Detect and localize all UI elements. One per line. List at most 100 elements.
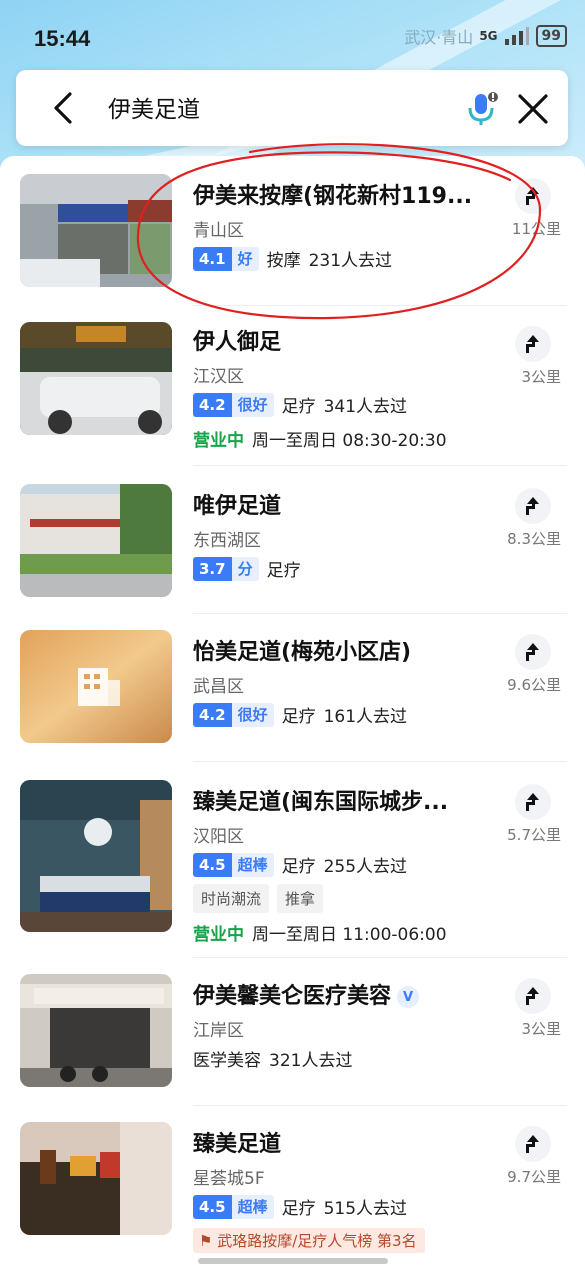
navigate-arrow-icon: [526, 987, 539, 1005]
open-status: 营业中: [193, 925, 244, 945]
shop-name[interactable]: 臻美足道: [193, 1126, 281, 1158]
rating-level: 很好: [231, 392, 274, 417]
shop-name[interactable]: 怡美足道(梅苑小区店): [193, 634, 411, 666]
category-row: 医学美容 321人去过: [193, 1046, 352, 1071]
shop-name[interactable]: 臻美足道(闽东国际城步...: [193, 784, 448, 816]
rating-row: 4.2 很好 足疗 161人去过: [193, 702, 407, 727]
rating-badge: 4.1 好: [193, 246, 259, 271]
list-item[interactable]: 伊美来按摩(钢花新村119... 青山区 4.1 好 按摩 231人去过 11公…: [0, 156, 585, 306]
shop-distance: 8.3公里: [507, 530, 561, 548]
shop-district: 星荟城5F: [193, 1169, 265, 1189]
map-place-label: 武汉·青山: [404, 28, 474, 47]
home-indicator[interactable]: [198, 1258, 388, 1264]
shop-name[interactable]: 唯伊足道: [193, 488, 281, 520]
shop-distance: 3公里: [521, 1020, 561, 1038]
rating-score: 4.1: [193, 246, 232, 271]
business-hours: 营业中 周一至周日 08:30-20:30: [193, 426, 447, 451]
rating-row: 4.2 很好 足疗 341人去过: [193, 392, 407, 417]
shop-photo: [20, 322, 172, 435]
hours-text: 周一至周日 11:00-06:00: [252, 925, 447, 945]
shop-category: 足疗: [281, 397, 316, 417]
navigate-button[interactable]: [515, 978, 551, 1014]
navigate-arrow-icon: [526, 497, 539, 515]
list-item[interactable]: 怡美足道(梅苑小区店) 武昌区 4.2 很好 足疗 161人去过 9.6公里: [0, 614, 585, 762]
shop-photo: [20, 974, 172, 1087]
shop-distance: 9.6公里: [507, 676, 561, 694]
shop-category: 足疗: [266, 561, 301, 581]
search-bar[interactable]: 伊美足道: [16, 70, 568, 146]
status-time: 15:44: [34, 26, 91, 51]
list-item[interactable]: 伊美馨美仑医疗美容 V 江岸区 医学美容 321人去过 3公里: [0, 958, 585, 1106]
shop-distance: 5.7公里: [507, 826, 561, 844]
search-query-text[interactable]: 伊美足道: [108, 90, 200, 124]
close-icon: [518, 94, 548, 124]
status-bar: 15:44 武汉·青山 5G 99: [0, 0, 585, 80]
navigate-button[interactable]: [515, 784, 551, 820]
shop-name-text: 伊美馨美仑医疗美容: [193, 984, 392, 1009]
shop-district: 武昌区: [193, 677, 244, 697]
rating-score: 4.2: [193, 702, 232, 727]
network-label: 5G: [479, 29, 498, 43]
shop-distance: 3公里: [521, 368, 561, 386]
list-item[interactable]: 唯伊足道 东西湖区 3.7 分 足疗 8.3公里: [0, 466, 585, 614]
shop-name[interactable]: 伊美馨美仑医疗美容 V: [193, 978, 420, 1010]
results-list[interactable]: 伊美来按摩(钢花新村119... 青山区 4.1 好 按摩 231人去过 11公…: [0, 156, 585, 1280]
rating-row: 3.7 分 足疗: [193, 556, 301, 581]
shop-district: 青山区: [193, 221, 244, 241]
shop-name[interactable]: 伊美来按摩(钢花新村119...: [193, 178, 472, 210]
rating-score: 3.7: [193, 556, 232, 581]
shop-distance: 11公里: [511, 220, 561, 238]
navigate-button[interactable]: [515, 326, 551, 362]
list-item[interactable]: 臻美足道 星荟城5F 4.5 超棒 足疗 515人去过 ⚑ 武珞路按摩/足疗人气…: [0, 1106, 585, 1280]
shop-district: 东西湖区: [193, 531, 261, 551]
visit-count: 255人去过: [323, 857, 408, 877]
tag: 推拿: [277, 884, 324, 913]
navigate-button[interactable]: [515, 178, 551, 214]
list-item[interactable]: 伊人御足 江汉区 4.2 很好 足疗 341人去过 营业中 周一至周日 08:30…: [0, 306, 585, 466]
rating-level: 超棒: [231, 1194, 274, 1219]
rating-badge: 4.5 超棒: [193, 1194, 274, 1219]
back-arrow-icon: [54, 92, 72, 124]
status-icons: 武汉·青山 5G 99: [404, 24, 567, 48]
navigate-button[interactable]: [515, 1126, 551, 1162]
rating-score: 4.5: [193, 1194, 232, 1219]
rating-score: 4.2: [193, 392, 232, 417]
tag: 时尚潮流: [193, 884, 270, 913]
ranking-flag-icon: ⚑: [199, 1232, 218, 1250]
visit-count: 341人去过: [323, 397, 408, 417]
ranking-badge[interactable]: ⚑ 武珞路按摩/足疗人气榜 第3名: [193, 1228, 425, 1253]
signal-icon: [504, 27, 529, 45]
microphone-icon: [468, 92, 498, 125]
rating-badge: 4.2 很好: [193, 702, 274, 727]
shop-district: 汉阳区: [193, 827, 244, 847]
visit-count: 161人去过: [323, 707, 408, 727]
shop-district: 江汉区: [193, 367, 244, 387]
shop-name[interactable]: 伊人御足: [193, 324, 281, 356]
shop-photo-placeholder: [20, 630, 172, 743]
clear-search-button[interactable]: [514, 90, 552, 128]
rating-badge: 4.5 超棒: [193, 852, 274, 877]
visit-count: 231人去过: [308, 251, 393, 271]
shop-category: 按摩: [266, 251, 301, 271]
hours-text: 周一至周日 08:30-20:30: [252, 431, 447, 451]
shop-category: 足疗: [281, 857, 316, 877]
verified-badge-icon: V: [397, 986, 420, 1008]
visit-count: 515人去过: [323, 1199, 408, 1219]
navigate-arrow-icon: [526, 643, 539, 661]
visit-count: 321人去过: [269, 1051, 353, 1071]
rating-badge: 3.7 分: [193, 556, 259, 581]
shop-photo: [20, 174, 172, 287]
shop-photo: [20, 1122, 172, 1235]
list-item[interactable]: 臻美足道(闽东国际城步... 汉阳区 4.5 超棒 足疗 255人去过 时尚潮流…: [0, 762, 585, 958]
battery-indicator: 99: [535, 25, 567, 47]
shop-distance: 9.7公里: [507, 1168, 561, 1186]
rating-level: 好: [231, 246, 259, 271]
navigate-arrow-icon: [526, 1135, 539, 1153]
shop-category: 医学美容: [193, 1051, 261, 1071]
voice-search-button[interactable]: [462, 88, 502, 128]
back-button[interactable]: [46, 88, 82, 128]
navigate-button[interactable]: [515, 634, 551, 670]
tag-list: 时尚潮流 推拿: [193, 884, 324, 913]
navigate-button[interactable]: [515, 488, 551, 524]
rating-level: 超棒: [231, 852, 274, 877]
